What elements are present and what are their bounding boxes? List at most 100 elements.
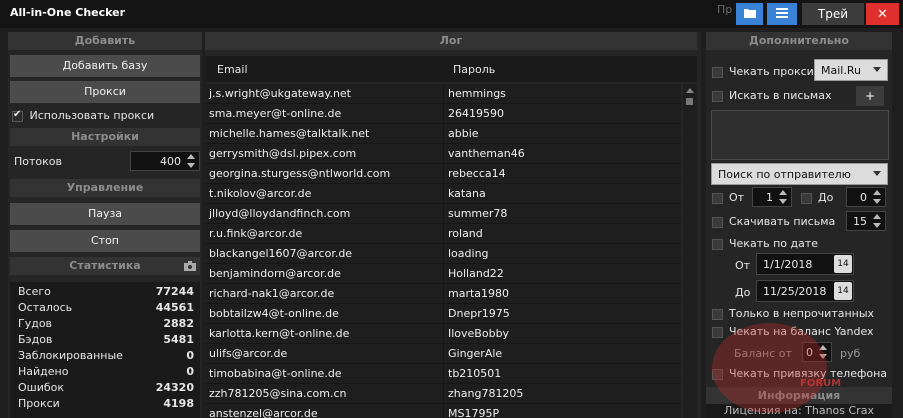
table-row[interactable]: georgina.sturgess@ntlworld.com rebecca14	[205, 164, 681, 184]
add-base-button[interactable]: Добавить базу	[10, 55, 200, 77]
check-proxy-label: Чекать прокси	[729, 65, 814, 78]
to-row[interactable]: До	[801, 191, 833, 204]
search-terms-textarea[interactable]	[711, 110, 889, 160]
column-separator	[443, 364, 444, 384]
stat-goods: Гудов 2882	[18, 317, 194, 330]
row-password: IloveBobby	[448, 327, 510, 340]
settings-section-header: Настройки	[10, 128, 200, 146]
column-separator	[443, 104, 444, 124]
row-password: zhang781205	[448, 387, 524, 400]
calendar-icon[interactable]: 14	[834, 255, 852, 273]
row-password: Dnepr1975	[448, 307, 510, 320]
stats-panel: Всего 77244 Осталось 44561 Гудов 2882 Бэдов…	[10, 282, 200, 418]
to-checkbox[interactable]	[801, 192, 812, 204]
row-password: Holland22	[448, 267, 504, 280]
stats-section-header: Статистика	[10, 257, 200, 275]
row-email: j.s.wright@ukgateway.net	[209, 87, 351, 100]
table-row[interactable]: anstenzel@arcor.de MS1795P	[205, 404, 681, 418]
table-row[interactable]: r.u.fink@arcor.de roland	[205, 224, 681, 244]
download-letters-checkbox[interactable]	[712, 216, 723, 228]
check-proxy-checkbox[interactable]	[712, 66, 723, 78]
search-letters-row[interactable]: Искать в письмах	[712, 89, 831, 102]
search-mode-select[interactable]: Поиск по отправителю	[711, 163, 888, 185]
check-by-date-checkbox[interactable]	[712, 238, 723, 250]
column-separator	[443, 164, 444, 184]
stat-total: Всего 77244	[18, 285, 194, 298]
log-scrollbar[interactable]	[683, 84, 697, 418]
check-proxy-row[interactable]: Чекать прокси	[712, 65, 814, 78]
table-row[interactable]: zzh781205@sina.com.cn zhang781205	[205, 384, 681, 404]
scroll-thumb[interactable]	[686, 98, 693, 105]
threads-stepper[interactable]: 400	[130, 151, 200, 171]
row-email: sma.meyer@t-online.de	[209, 107, 342, 120]
use-proxy-row[interactable]: Использовать прокси	[12, 109, 154, 122]
row-password: hemmings	[448, 87, 506, 100]
stepper-arrows[interactable]	[872, 189, 882, 205]
row-password: roland	[448, 227, 483, 240]
col-email[interactable]: Email	[217, 63, 248, 76]
table-row[interactable]: timobabina@t-online.de tb210501	[205, 364, 681, 384]
pause-button[interactable]: Пауза	[10, 203, 200, 225]
col-password[interactable]: Пароль	[453, 63, 495, 76]
chevron-down-icon	[873, 171, 881, 176]
use-proxy-label: Использовать прокси	[29, 109, 155, 122]
row-password: abbie	[448, 127, 479, 140]
table-row[interactable]: gerrysmith@dsl.pipex.com vantheman46	[205, 144, 681, 164]
only-unread-label: Только в непрочитанных	[729, 307, 875, 320]
stat-bads: Бэдов 5481	[18, 333, 194, 346]
stepper-arrows[interactable]	[186, 153, 196, 169]
only-unread-row[interactable]: Только в непрочитанных	[712, 307, 874, 320]
row-email: blackangel1607@arcor.de	[209, 247, 353, 260]
row-email: jlloyd@lloydandfinch.com	[209, 207, 351, 220]
table-row[interactable]: ulifs@arcor.de GingerAle	[205, 344, 681, 364]
row-email: gerrysmith@dsl.pipex.com	[209, 147, 357, 160]
download-stepper[interactable]: 15	[846, 211, 886, 231]
row-password: GingerAle	[448, 347, 503, 360]
folder-button[interactable]	[736, 3, 763, 25]
provider-select[interactable]: Mail.Ru	[814, 59, 888, 81]
add-search-button[interactable]: +	[856, 86, 884, 106]
stop-button[interactable]: Стоп	[10, 230, 200, 252]
tray-button[interactable]: Трей	[802, 3, 864, 25]
to-stepper[interactable]: 0	[846, 187, 886, 207]
row-password: summer78	[448, 207, 508, 220]
table-row[interactable]: karlotta.kern@t-online.de IloveBobby	[205, 324, 681, 344]
row-password: marta1980	[448, 287, 510, 300]
table-row[interactable]: michelle.hames@talktalk.net abbie	[205, 124, 681, 144]
row-email: zzh781205@sina.com.cn	[209, 387, 347, 400]
table-row[interactable]: bobtailzw4@t-online.de Dnepr1975	[205, 304, 681, 324]
table-row[interactable]: benjamindorn@arcor.de Holland22	[205, 264, 681, 284]
table-row[interactable]: j.s.wright@ukgateway.net hemmings	[205, 84, 681, 104]
search-letters-checkbox[interactable]	[712, 90, 723, 102]
column-separator	[443, 404, 444, 418]
camera-icon[interactable]	[184, 261, 196, 271]
calendar-icon[interactable]: 14	[834, 282, 852, 300]
from-stepper[interactable]: 1	[752, 187, 792, 207]
to-label: До	[818, 191, 834, 204]
table-row[interactable]: sma.meyer@t-online.de 26419590	[205, 104, 681, 124]
download-letters-row[interactable]: Скачивать письма	[712, 215, 835, 228]
check-by-date-row[interactable]: Чекать по дате	[712, 237, 818, 250]
log-table[interactable]: j.s.wright@ukgateway.net hemmings sma.meye…	[205, 84, 681, 418]
only-unread-checkbox[interactable]	[712, 308, 723, 320]
search-letters-label: Искать в письмах	[729, 89, 832, 102]
download-value: 15	[853, 215, 867, 228]
use-proxy-checkbox[interactable]	[12, 109, 23, 122]
table-row[interactable]: blackangel1607@arcor.de loading	[205, 244, 681, 264]
table-row[interactable]: t.nikolov@arcor.de katana	[205, 184, 681, 204]
list-button[interactable]	[767, 3, 797, 25]
from-checkbox[interactable]	[712, 192, 723, 204]
stepper-arrows[interactable]	[872, 213, 882, 229]
stepper-arrows[interactable]	[778, 189, 788, 205]
list-icon	[776, 7, 788, 18]
date-to-value: 11/25/2018	[763, 285, 827, 298]
from-row[interactable]: От	[712, 191, 744, 204]
scroll-up-icon[interactable]	[686, 88, 694, 93]
column-separator	[443, 184, 444, 204]
yandex-balance-checkbox[interactable]	[712, 326, 723, 338]
row-email: georgina.sturgess@ntlworld.com	[209, 167, 391, 180]
table-row[interactable]: jlloyd@lloydandfinch.com summer78	[205, 204, 681, 224]
close-button[interactable]: ✕	[866, 3, 899, 25]
proxy-button[interactable]: Прокси	[10, 81, 200, 103]
table-row[interactable]: richard-nak1@arcor.de marta1980	[205, 284, 681, 304]
